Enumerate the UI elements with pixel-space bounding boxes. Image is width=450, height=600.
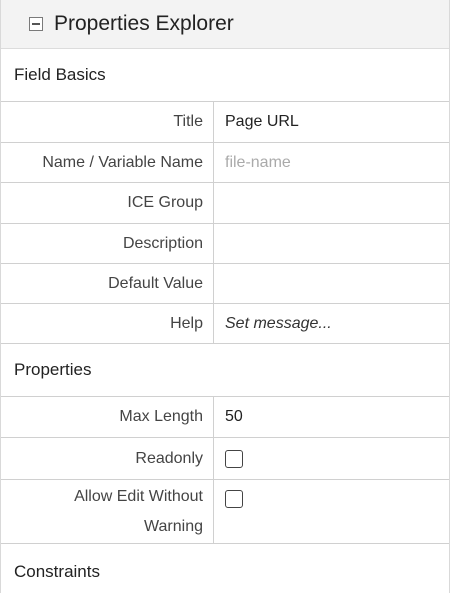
allow-edit-label-line1: Allow Edit Without (74, 487, 203, 505)
default-value-input[interactable] (225, 274, 425, 293)
readonly-checkbox[interactable] (225, 449, 243, 468)
property-label: Title (1, 102, 214, 142)
collapse-icon[interactable] (29, 17, 43, 31)
allow-edit-label-line2: Warning (144, 517, 203, 535)
title-input[interactable] (225, 113, 425, 131)
description-input[interactable] (225, 234, 425, 253)
property-value-cell[interactable] (214, 264, 449, 303)
property-value-cell (214, 438, 449, 479)
property-label: Help (1, 304, 214, 343)
property-value-cell[interactable]: Set message... (214, 304, 449, 343)
property-row-description: Description (1, 224, 449, 264)
property-row-allow-edit: Allow Edit Without Warning (1, 480, 449, 544)
property-value-cell (214, 480, 449, 543)
property-value-cell[interactable] (214, 143, 449, 182)
property-label: ICE Group (1, 183, 214, 223)
property-value-cell[interactable] (214, 397, 449, 437)
property-label: Allow Edit Without Warning (1, 480, 214, 543)
ice-group-input[interactable] (225, 194, 425, 212)
property-row-name: Name / Variable Name (1, 143, 449, 183)
property-row-help: Help Set message... (1, 304, 449, 344)
help-message-link[interactable]: Set message... (225, 315, 332, 333)
variable-name-input[interactable] (225, 153, 425, 172)
section-properties[interactable]: Properties (1, 344, 449, 397)
property-label: Description (1, 224, 214, 263)
properties-explorer-panel: Properties Explorer Field Basics Title N… (0, 0, 450, 593)
max-length-input[interactable] (225, 408, 425, 426)
property-row-default-value: Default Value (1, 264, 449, 304)
property-label: Default Value (1, 264, 214, 303)
property-row-title: Title (1, 102, 449, 143)
panel-header[interactable]: Properties Explorer (1, 0, 449, 49)
property-row-readonly: Readonly (1, 438, 449, 480)
property-label: Readonly (1, 438, 214, 479)
property-value-cell[interactable] (214, 183, 449, 223)
property-value-cell[interactable] (214, 224, 449, 263)
allow-edit-checkbox[interactable] (225, 490, 243, 508)
property-label: Max Length (1, 397, 214, 437)
section-constraints[interactable]: Constraints (1, 544, 449, 600)
property-label: Name / Variable Name (1, 143, 214, 182)
property-row-ice-group: ICE Group (1, 183, 449, 224)
section-field-basics[interactable]: Field Basics (1, 49, 449, 102)
property-value-cell[interactable] (214, 102, 449, 142)
property-row-max-length: Max Length (1, 397, 449, 438)
panel-title: Properties Explorer (54, 12, 234, 35)
